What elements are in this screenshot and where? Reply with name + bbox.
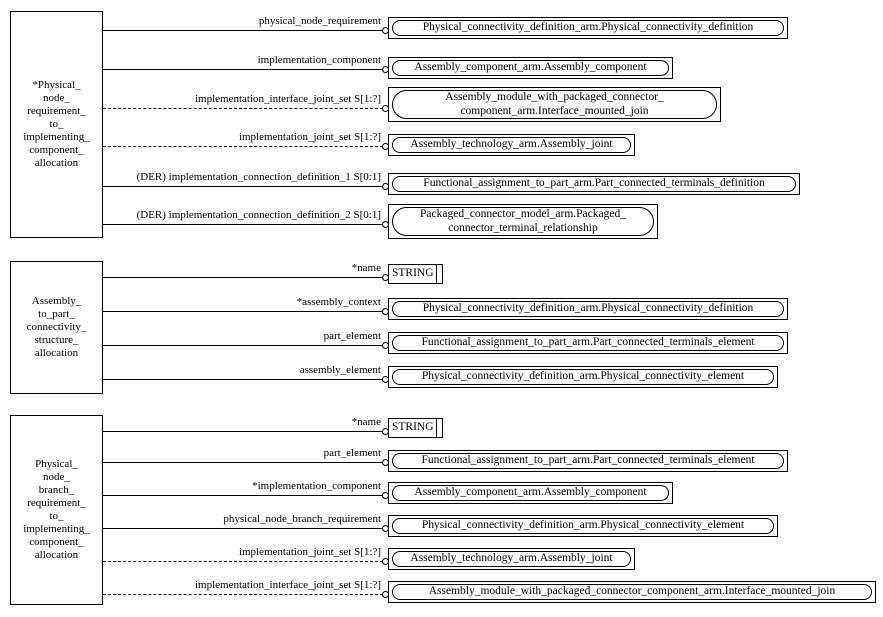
referenced-entity-name: Functional_assignment_to_part_arm.Part_c…	[392, 335, 784, 351]
relationship-line	[103, 495, 383, 496]
relationship-line	[103, 224, 383, 225]
express-g-diagram-canvas: *Physical_ node_ requirement_ to_ implem…	[0, 0, 883, 617]
relationship-line	[103, 30, 383, 31]
relationship-line	[103, 277, 383, 278]
type-name: STRING	[392, 267, 434, 280]
referenced-entity-box: Assembly_component_arm.Assembly_componen…	[388, 57, 673, 79]
relationship-line	[103, 594, 383, 595]
referenced-entity-name: Physical_connectivity_definition_arm.Phy…	[392, 518, 774, 534]
type-name: STRING	[392, 421, 434, 434]
referenced-entity-name: Assembly_module_with_packaged_connector_…	[392, 90, 717, 119]
simple-type-bar	[436, 419, 437, 437]
relationship-label: *name	[351, 416, 381, 428]
referenced-entity-box: Functional_assignment_to_part_arm.Part_c…	[388, 173, 800, 195]
simple-type-bar	[436, 265, 437, 283]
relationship-label: implementation_joint_set S[1:?]	[238, 131, 381, 143]
entity-name: Physical_ node_ branch_ requirement_ to_…	[23, 458, 90, 561]
referenced-entity-name: Physical_connectivity_definition_arm.Phy…	[392, 301, 784, 317]
referenced-entity-box: Packaged_connector_model_arm.Packaged_ c…	[388, 204, 658, 239]
referenced-entity-box: Assembly_module_with_packaged_connector_…	[388, 581, 876, 603]
relationship-label: assembly_element	[299, 364, 381, 376]
referenced-entity-name: Assembly_module_with_packaged_connector_…	[392, 584, 872, 600]
referenced-entity-name: Assembly_component_arm.Assembly_componen…	[392, 60, 669, 76]
relationship-label: part_element	[323, 330, 381, 342]
entity-box-assembly-to-part-connectivity-structure-allocation: Assembly_ to_part_ connectivity_ structu…	[10, 261, 103, 394]
referenced-entity-box: Assembly_technology_arm.Assembly_joint	[388, 134, 635, 156]
relationship-label: (DER) implementation_connection_definiti…	[136, 209, 381, 221]
referenced-entity-name: Physical_connectivity_definition_arm.Phy…	[392, 369, 774, 385]
referenced-entity-name: Assembly_component_arm.Assembly_componen…	[392, 485, 669, 501]
relationship-line	[103, 345, 383, 346]
relationship-label: part_element	[323, 447, 381, 459]
relationship-line	[103, 69, 383, 70]
relationship-line	[103, 146, 383, 147]
entity-box-physical-node-branch-requirement-to-implementing-component-allocation: Physical_ node_ branch_ requirement_ to_…	[10, 415, 103, 605]
entity-name: *Physical_ node_ requirement_ to_ implem…	[23, 79, 90, 169]
relationship-line	[103, 108, 383, 109]
relationship-label: implementation_joint_set S[1:?]	[238, 546, 381, 558]
referenced-entity-name: Assembly_technology_arm.Assembly_joint	[392, 551, 631, 567]
referenced-entity-box: Physical_connectivity_definition_arm.Phy…	[388, 298, 788, 320]
referenced-entity-box: Physical_connectivity_definition_arm.Phy…	[388, 366, 778, 388]
referenced-entity-box: Functional_assignment_to_part_arm.Part_c…	[388, 450, 788, 472]
relationship-line	[103, 431, 383, 432]
referenced-entity-name: Functional_assignment_to_part_arm.Part_c…	[392, 453, 784, 469]
relationship-line	[103, 462, 383, 463]
relationship-label: *name	[351, 262, 381, 274]
type-box-string: STRING	[388, 264, 443, 284]
referenced-entity-box: Assembly_module_with_packaged_connector_…	[388, 87, 721, 122]
referenced-entity-name: Physical_connectivity_definition_arm.Phy…	[392, 20, 784, 36]
relationship-line	[103, 379, 383, 380]
relationship-line	[103, 528, 383, 529]
referenced-entity-box: Physical_connectivity_definition_arm.Phy…	[388, 17, 788, 39]
relationship-line	[103, 186, 383, 187]
referenced-entity-box: Assembly_component_arm.Assembly_componen…	[388, 482, 673, 504]
relationship-label: implementation_component	[257, 54, 381, 66]
entity-name: Assembly_ to_part_ connectivity_ structu…	[26, 295, 87, 359]
referenced-entity-box: Physical_connectivity_definition_arm.Phy…	[388, 515, 778, 537]
relationship-label: (DER) implementation_connection_definiti…	[136, 171, 381, 183]
referenced-entity-name: Functional_assignment_to_part_arm.Part_c…	[392, 176, 796, 192]
relationship-label: physical_node_requirement	[258, 15, 381, 27]
relationship-line	[103, 561, 383, 562]
type-box-string: STRING	[388, 418, 443, 438]
relationship-label: implementation_interface_joint_set S[1:?…	[194, 93, 381, 105]
relationship-label: *assembly_context	[296, 296, 381, 308]
referenced-entity-name: Packaged_connector_model_arm.Packaged_ c…	[392, 207, 654, 236]
relationship-label: implementation_interface_joint_set S[1:?…	[194, 579, 381, 591]
referenced-entity-box: Assembly_technology_arm.Assembly_joint	[388, 548, 635, 570]
relationship-label: *implementation_component	[252, 480, 381, 492]
entity-box-physical-node-requirement-to-implementing-component-allocation: *Physical_ node_ requirement_ to_ implem…	[10, 11, 103, 238]
relationship-label: physical_node_branch_requirement	[223, 513, 381, 525]
relationship-line	[103, 311, 383, 312]
referenced-entity-name: Assembly_technology_arm.Assembly_joint	[392, 137, 631, 153]
referenced-entity-box: Functional_assignment_to_part_arm.Part_c…	[388, 332, 788, 354]
